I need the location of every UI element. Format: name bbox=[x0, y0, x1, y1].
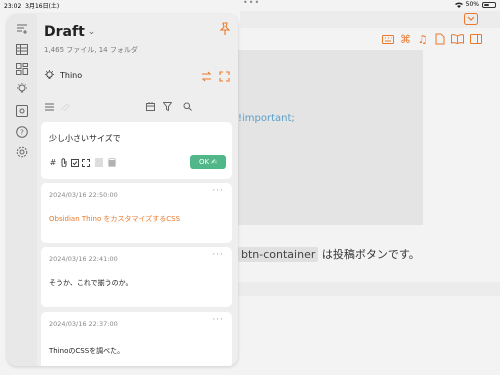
dashboard-icon[interactable] bbox=[15, 62, 29, 76]
expand-icon[interactable] bbox=[219, 71, 230, 82]
vault-icon[interactable] bbox=[15, 104, 29, 118]
memo-toolbar bbox=[44, 101, 232, 113]
background-tab-bar bbox=[240, 11, 500, 28]
memo-content: ThinoのCSSを調べた。 bbox=[49, 347, 125, 355]
memo-content: Obsidian Thino をカスタマイズするCSS bbox=[49, 215, 181, 223]
new-note-icon[interactable] bbox=[15, 22, 29, 36]
thino-header[interactable]: Thino bbox=[44, 70, 82, 81]
tool-separator bbox=[95, 158, 103, 167]
vault-title[interactable]: Draft ⌄ bbox=[44, 24, 95, 40]
sidebar-toggle-icon[interactable] bbox=[470, 32, 482, 46]
list-format-icon[interactable] bbox=[108, 158, 116, 167]
fullscreen-icon[interactable] bbox=[82, 158, 90, 167]
tab-dropdown-icon[interactable] bbox=[464, 13, 478, 25]
book-icon[interactable] bbox=[451, 32, 464, 46]
memo-timestamp: 2024/03/16 22:50:00 bbox=[49, 191, 118, 199]
memo-timestamp: 2024/03/16 22:41:00 bbox=[49, 255, 118, 263]
thino-panel: ? Draft ⌄ 1,465 ファイル, 14 フォルダ Thino 少し小さい… bbox=[7, 14, 238, 366]
editor-tools: # bbox=[49, 158, 116, 167]
hashtag-icon[interactable]: # bbox=[49, 158, 57, 167]
memo-more-menu[interactable]: ··· bbox=[212, 315, 224, 325]
battery-icon bbox=[482, 1, 496, 8]
svg-text:?: ? bbox=[20, 129, 24, 137]
sync-arrows-icon[interactable] bbox=[201, 71, 212, 82]
memo-more-menu[interactable]: ··· bbox=[212, 186, 224, 196]
memo-editor-text[interactable]: 少し小さいサイズで bbox=[49, 133, 121, 144]
inline-code: btn-container bbox=[238, 247, 319, 262]
settings-gear-icon[interactable] bbox=[15, 145, 29, 159]
memo-card[interactable]: 2024/03/16 22:41:00 ··· そうか、これで揃うのか。 bbox=[41, 247, 232, 307]
music-icon[interactable]: ♫ bbox=[417, 32, 428, 46]
calendar-icon[interactable] bbox=[145, 101, 156, 112]
memo-card[interactable]: 2024/03/16 22:50:00 ··· Obsidian Thino を… bbox=[41, 183, 232, 243]
status-time-date: 23:02 3月16日(土) bbox=[4, 3, 60, 10]
status-bar: 23:02 3月16日(土) ••• 50% bbox=[0, 0, 500, 10]
search-icon[interactable] bbox=[182, 101, 193, 112]
help-icon[interactable]: ? bbox=[15, 125, 29, 139]
keyboard-icon[interactable] bbox=[382, 32, 394, 46]
attachment-icon[interactable] bbox=[60, 158, 68, 167]
editor-placeholder-icon bbox=[60, 101, 71, 112]
battery-percent: 50% bbox=[465, 1, 479, 8]
lightbulb-icon[interactable] bbox=[15, 82, 29, 96]
memo-more-menu[interactable]: ··· bbox=[212, 250, 224, 260]
menu-icon[interactable] bbox=[44, 101, 55, 112]
wifi-icon bbox=[454, 2, 463, 8]
multitask-dots[interactable]: ••• bbox=[243, 0, 260, 7]
file-icon[interactable] bbox=[434, 32, 445, 46]
table-icon[interactable] bbox=[15, 42, 29, 56]
command-icon[interactable]: ⌘ bbox=[400, 32, 411, 46]
chevron-down-icon: ⌄ bbox=[87, 27, 96, 37]
code-block bbox=[238, 50, 423, 225]
editor-paragraph: btn-container は投稿ボタンです。 bbox=[238, 246, 420, 262]
ok-submit-button[interactable]: OK ✍ bbox=[190, 155, 226, 169]
memo-content: そうか、これで揃うのか。 bbox=[49, 279, 133, 287]
checkbox-icon[interactable] bbox=[71, 158, 79, 167]
left-ribbon: ? bbox=[7, 14, 37, 366]
important-text: !important; bbox=[238, 113, 295, 124]
editor-toolbar: ⌘ ♫ bbox=[382, 32, 482, 46]
status-right: 50% bbox=[454, 1, 496, 8]
thino-bulb-icon bbox=[44, 70, 55, 79]
filter-icon[interactable] bbox=[162, 101, 173, 112]
pin-icon[interactable] bbox=[219, 22, 231, 36]
file-folder-counts: 1,465 ファイル, 14 フォルダ bbox=[44, 46, 138, 54]
thino-label: Thino bbox=[60, 71, 83, 80]
memo-timestamp: 2024/03/16 22:37:00 bbox=[49, 320, 118, 328]
pen-hand-icon: ✍ bbox=[211, 158, 217, 166]
memo-card[interactable]: 2024/03/16 22:37:00 ··· ThinoのCSSを調べた。 bbox=[41, 312, 232, 366]
background-band bbox=[238, 282, 500, 296]
memo-editor[interactable]: 少し小さいサイズで # OK ✍ bbox=[41, 122, 232, 179]
